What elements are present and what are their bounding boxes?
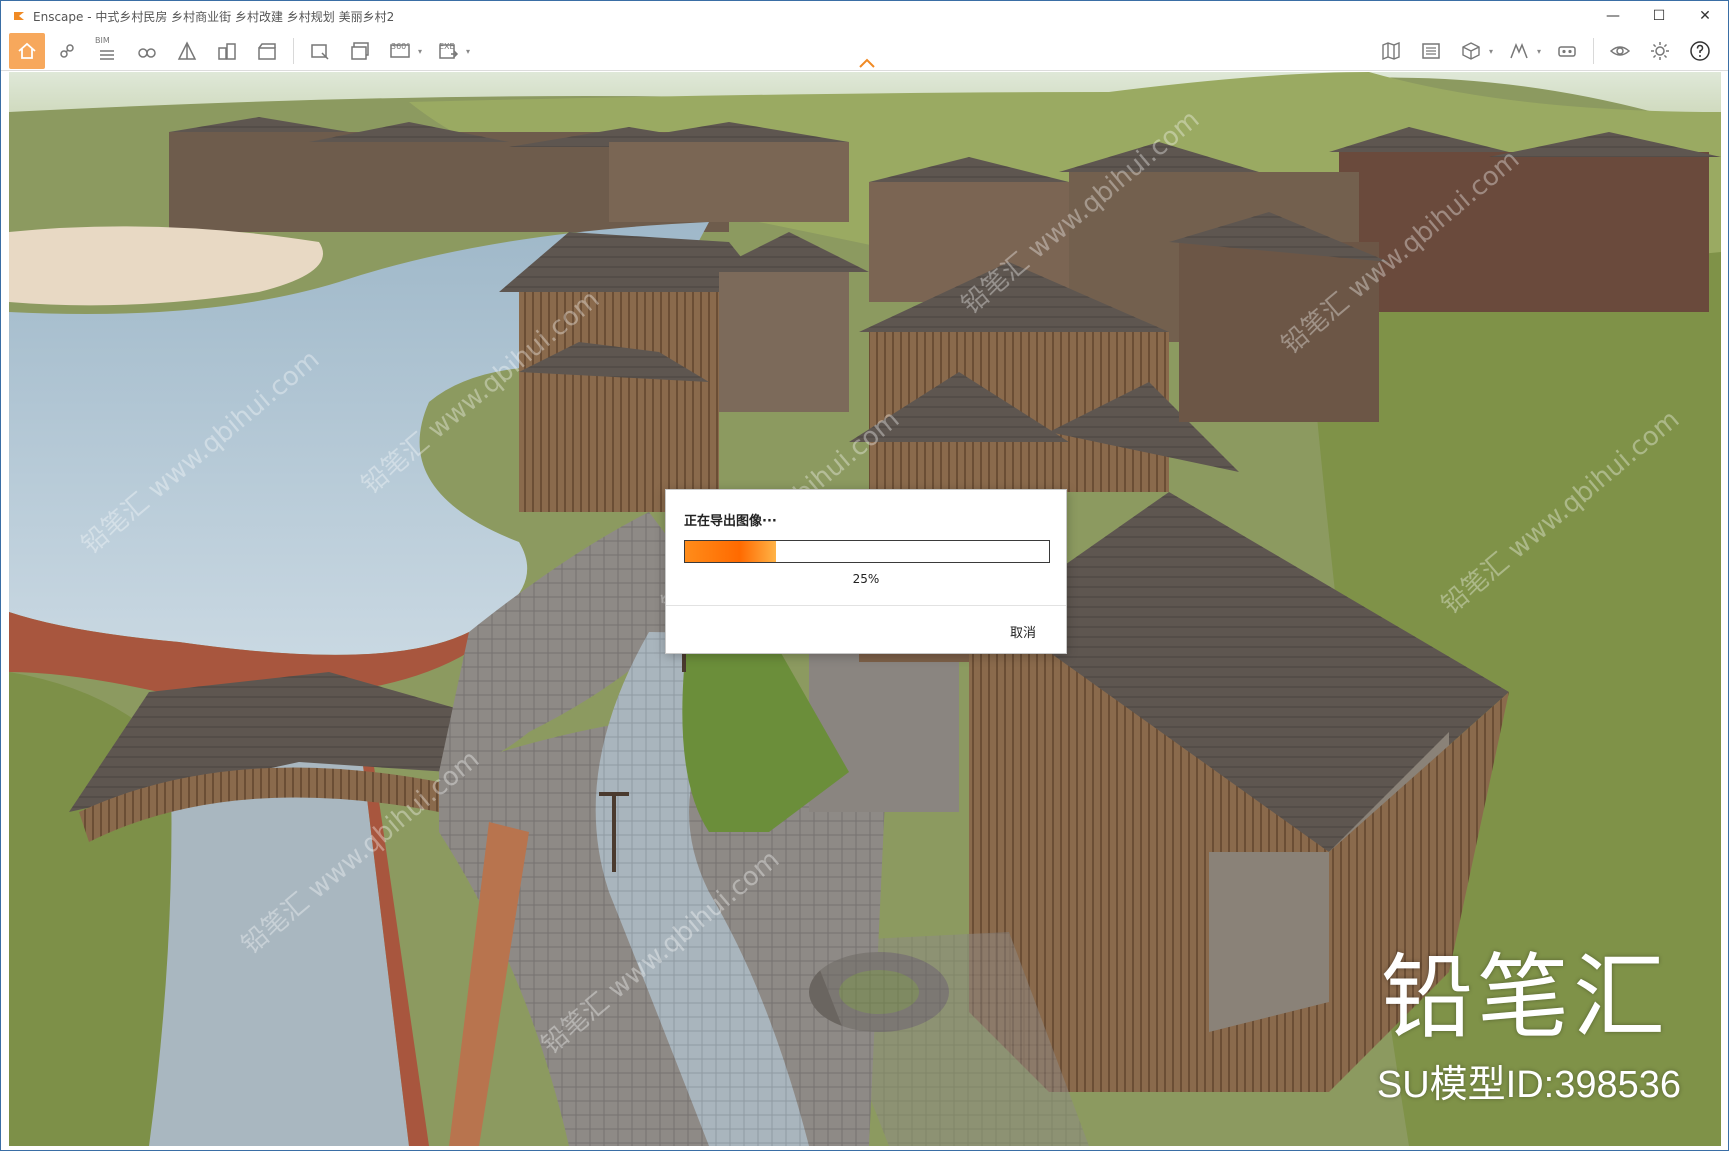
eye-icon bbox=[1609, 45, 1631, 56]
exe-label: EXE bbox=[439, 41, 455, 51]
eye-button[interactable] bbox=[1602, 33, 1638, 69]
link-icon bbox=[60, 43, 74, 58]
video-button[interactable] bbox=[249, 33, 285, 69]
window-controls: — ☐ ✕ bbox=[1590, 1, 1728, 31]
exe-export-button[interactable]: EXE ▾ bbox=[430, 33, 470, 69]
buildings-button[interactable] bbox=[209, 33, 245, 69]
screenshot-export-button[interactable] bbox=[302, 33, 338, 69]
bim-label: BIM bbox=[95, 35, 110, 45]
toolbar-left-group: BIM bbox=[7, 31, 287, 70]
toolbar-export-group: 360° ▾ EXE ▾ bbox=[300, 31, 470, 70]
close-button[interactable]: ✕ bbox=[1682, 1, 1728, 31]
cube-button[interactable]: ▾ bbox=[1453, 33, 1493, 69]
maximize-button[interactable]: ☐ bbox=[1636, 1, 1682, 31]
enscape-logo-icon bbox=[11, 8, 27, 24]
minimize-button[interactable]: — bbox=[1590, 1, 1636, 31]
toolbar-right-group: ▾ ▾ bbox=[1371, 31, 1720, 70]
cancel-button[interactable]: 取消 bbox=[1010, 622, 1036, 641]
atlas-icon bbox=[1510, 42, 1528, 58]
collapse-toolbar-icon[interactable] bbox=[857, 57, 877, 69]
progress-bar bbox=[684, 540, 1050, 563]
panorama-button[interactable]: 360° ▾ bbox=[382, 33, 422, 69]
home-button[interactable] bbox=[9, 32, 45, 69]
buildings-icon bbox=[218, 42, 236, 60]
bim-button[interactable]: BIM bbox=[89, 33, 125, 69]
panorama-dropdown-icon[interactable]: ▾ bbox=[418, 47, 422, 56]
help-icon bbox=[1690, 40, 1710, 61]
export-progress-dialog: 正在导出图像··· 25% 取消 bbox=[665, 489, 1067, 654]
atlas-button[interactable]: ▾ bbox=[1501, 33, 1541, 69]
map-icon bbox=[1382, 41, 1400, 60]
window-title: Enscape - 中式乡村民房 乡村商业街 乡村改建 乡村规划 美丽乡村2 bbox=[33, 9, 395, 24]
link-button[interactable] bbox=[49, 33, 85, 69]
binoculars-icon bbox=[138, 47, 156, 58]
toolbar-separator bbox=[293, 37, 294, 64]
perspective-button[interactable] bbox=[169, 33, 205, 69]
map-button[interactable] bbox=[1373, 33, 1409, 69]
settings-button[interactable] bbox=[1642, 33, 1678, 69]
asset-library-icon bbox=[1422, 42, 1440, 59]
atlas-dropdown-icon[interactable]: ▾ bbox=[1537, 47, 1541, 56]
batch-render-button[interactable] bbox=[342, 33, 378, 69]
title-bar: Enscape - 中式乡村民房 乡村商业街 乡村改建 乡村规划 美丽乡村2 —… bbox=[1, 1, 1728, 31]
toolbar-separator-right bbox=[1593, 37, 1594, 64]
progress-bar-fill bbox=[685, 541, 776, 562]
cube-icon bbox=[1462, 41, 1480, 60]
batch-render-icon bbox=[351, 41, 369, 60]
dialog-title: 正在导出图像··· bbox=[684, 514, 777, 529]
cube-dropdown-icon[interactable]: ▾ bbox=[1489, 47, 1493, 56]
headset-icon bbox=[1558, 45, 1576, 57]
perspective-icon bbox=[177, 40, 197, 60]
gear-icon bbox=[1651, 41, 1669, 60]
video-icon bbox=[258, 42, 276, 60]
progress-percent: 25% bbox=[852, 572, 880, 586]
brand-watermark: 铅笔汇 bbox=[1380, 944, 1669, 1051]
model-id-watermark: SU模型ID:398536 bbox=[1376, 1064, 1681, 1106]
help-button[interactable] bbox=[1682, 33, 1718, 69]
asset-library-button[interactable] bbox=[1413, 33, 1449, 69]
app-window: Enscape - 中式乡村民房 乡村商业街 乡村改建 乡村规划 美丽乡村2 —… bbox=[0, 0, 1729, 1151]
screenshot-export-icon bbox=[311, 43, 329, 60]
binoculars-button[interactable] bbox=[129, 33, 165, 69]
exe-dropdown-icon[interactable]: ▾ bbox=[466, 47, 470, 56]
panorama-label: 360° bbox=[391, 41, 411, 51]
headset-button[interactable] bbox=[1549, 33, 1585, 69]
home-icon bbox=[18, 42, 36, 59]
dialog-divider bbox=[666, 605, 1066, 606]
